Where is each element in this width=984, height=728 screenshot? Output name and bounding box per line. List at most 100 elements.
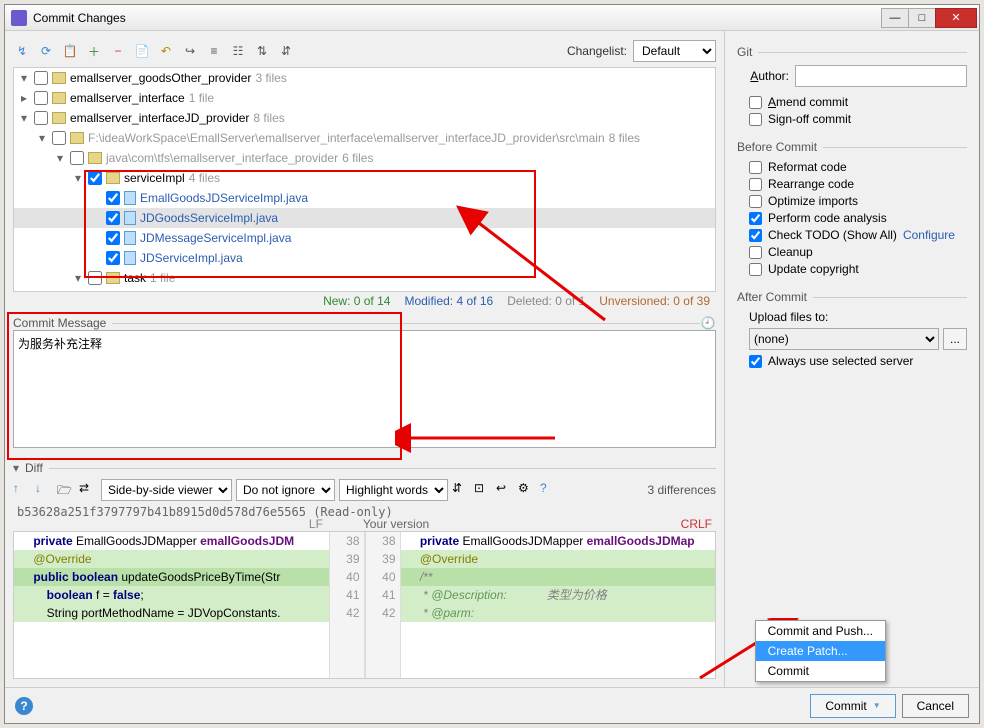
status-modified: Modified: 4 of 16 — [404, 294, 493, 308]
diff-viewer[interactable]: private EmallGoodsJDMapper emallGoodsJDM… — [13, 531, 716, 679]
minimize-button[interactable]: — — [881, 8, 909, 28]
tree-row[interactable]: ▾emallserver_interfaceJD_provider 8 file… — [14, 108, 715, 128]
add-icon[interactable]: ＋ — [85, 42, 103, 60]
changelist-select[interactable]: Default — [633, 40, 716, 62]
viewer-select[interactable]: Side-by-side viewer — [101, 479, 232, 501]
tree-row[interactable]: ▾emallserver_goodsOther_provider 3 files — [14, 68, 715, 88]
tree-label: emallserver_interface — [70, 91, 185, 105]
tree-meta: 1 file — [189, 91, 214, 105]
open-icon[interactable]: 🗁 — [57, 481, 75, 499]
folder-icon — [88, 152, 102, 164]
tree-checkbox[interactable] — [88, 271, 102, 285]
context-menu-item[interactable]: Create Patch... — [756, 641, 885, 661]
analysis-checkbox[interactable] — [749, 212, 762, 225]
maximize-button[interactable]: □ — [908, 8, 936, 28]
commit-button[interactable]: Commit▼ — [810, 694, 895, 718]
tree-checkbox[interactable] — [34, 111, 48, 125]
history-icon[interactable]: 🕘 — [700, 316, 716, 330]
whitespace-icon[interactable]: ⊡ — [474, 481, 492, 499]
commit-dropdown-icon[interactable]: ▼ — [873, 701, 881, 710]
tree-meta: 3 files — [255, 71, 286, 85]
reload-icon[interactable]: ⟳ — [37, 42, 55, 60]
tree-row[interactable]: JDGoodsServiceImpl.java — [14, 208, 715, 228]
compare-icon[interactable]: ⇄ — [79, 481, 97, 499]
tree-row[interactable]: EmallGoodsJDServiceImpl.java — [14, 188, 715, 208]
tree-label: emallserver_interfaceJD_provider — [70, 111, 249, 125]
diff-label: Diff — [25, 461, 43, 475]
highlight-select[interactable]: Highlight words — [339, 479, 448, 501]
tree-row[interactable]: ▾java\com\tfs\emallserver_interface_prov… — [14, 148, 715, 168]
rearrange-checkbox[interactable] — [749, 178, 762, 191]
tree-row[interactable]: ▾task 1 file — [14, 268, 715, 288]
expand-chevron[interactable]: ▾ — [54, 151, 66, 165]
copy-rev-icon[interactable]: 📄 — [133, 42, 151, 60]
tree-checkbox[interactable] — [106, 251, 120, 265]
expand-chevron[interactable]: ▸ — [18, 91, 30, 105]
expand-icon[interactable]: ⇅ — [253, 42, 271, 60]
paste-icon[interactable]: 📋 — [61, 42, 79, 60]
help-button[interactable]: ? — [15, 697, 33, 715]
changes-tree[interactable]: ▾emallserver_goodsOther_provider 3 files… — [13, 67, 716, 292]
after-commit-section: After Commit — [737, 290, 807, 304]
expand-chevron[interactable]: ▾ — [72, 171, 84, 185]
cancel-button[interactable]: Cancel — [902, 694, 969, 718]
author-input[interactable] — [795, 65, 967, 87]
ignore-select[interactable]: Do not ignore — [236, 479, 335, 501]
diff-toolbar: ↑ ↓ 🗁 ⇄ Side-by-side viewer Do not ignor… — [13, 479, 716, 501]
tree-checkbox[interactable] — [106, 211, 120, 225]
cleanup-checkbox[interactable] — [749, 246, 762, 259]
tree-checkbox[interactable] — [34, 71, 48, 85]
diff-toggle[interactable]: ▾ — [13, 461, 25, 475]
expand-chevron[interactable]: ▾ — [18, 71, 30, 85]
upload-browse-button[interactable]: ... — [943, 328, 967, 350]
close-button[interactable]: ✕ — [935, 8, 977, 28]
settings-icon[interactable]: ⚙ — [518, 481, 536, 499]
tree-row[interactable]: JDMessageServiceImpl.java — [14, 228, 715, 248]
tree-checkbox[interactable] — [106, 231, 120, 245]
optimize-checkbox[interactable] — [749, 195, 762, 208]
amend-label: Amend commit — [768, 95, 848, 109]
upload-select[interactable]: (none) — [749, 328, 939, 350]
commit-message-input[interactable] — [13, 330, 716, 448]
todo-checkbox[interactable] — [749, 229, 762, 242]
tree-checkbox[interactable] — [52, 131, 66, 145]
collapse-icon[interactable]: ⇵ — [277, 42, 295, 60]
tree-row[interactable]: ▾serviceImpl 4 files — [14, 168, 715, 188]
tree-row[interactable]: ▸ emallserver_interface 1 file — [14, 88, 715, 108]
context-menu-item[interactable]: Commit and Push... — [756, 621, 885, 641]
expand-chevron[interactable]: ▾ — [36, 131, 48, 145]
expand-chevron[interactable]: ▾ — [18, 111, 30, 125]
tree-checkbox[interactable] — [70, 151, 84, 165]
left-encoding: LF — [309, 517, 323, 531]
commit-context-menu[interactable]: Commit and Push...Create Patch...Commit — [755, 620, 886, 682]
refresh-icon[interactable]: ↯ — [13, 42, 31, 60]
sync-scroll-icon[interactable]: ⇵ — [452, 481, 470, 499]
new-changelist-icon[interactable]: ☷ — [229, 42, 247, 60]
configure-link[interactable]: Configure — [903, 228, 955, 242]
tree-row[interactable]: ▾F:\ideaWorkSpace\EmallServer\emallserve… — [14, 128, 715, 148]
context-menu-item[interactable]: Commit — [756, 661, 885, 681]
tree-row[interactable]: JDServiceImpl.java — [14, 248, 715, 268]
reformat-checkbox[interactable] — [749, 161, 762, 174]
next-diff-icon[interactable]: ↓ — [35, 481, 53, 499]
revert-icon[interactable]: ↶ — [157, 42, 175, 60]
always-server-checkbox[interactable] — [749, 355, 762, 368]
tree-checkbox[interactable] — [88, 171, 102, 185]
copyright-checkbox[interactable] — [749, 263, 762, 276]
diff-icon[interactable]: ≡ — [205, 42, 223, 60]
remove-icon[interactable]: − — [109, 42, 127, 60]
tree-checkbox[interactable] — [34, 91, 48, 105]
expand-chevron[interactable]: ▾ — [72, 271, 84, 285]
status-bar: New: 0 of 14 Modified: 4 of 16 Deleted: … — [13, 292, 716, 310]
prev-diff-icon[interactable]: ↑ — [13, 481, 31, 499]
git-section: Git — [737, 45, 752, 59]
right-encoding: CRLF — [681, 517, 712, 531]
java-file-icon — [124, 191, 136, 205]
move-icon[interactable]: ↪ — [181, 42, 199, 60]
signoff-checkbox[interactable] — [749, 113, 762, 126]
soft-wrap-icon[interactable]: ↩ — [496, 481, 514, 499]
amend-checkbox[interactable] — [749, 96, 762, 109]
tree-label: EmallGoodsJDServiceImpl.java — [140, 191, 308, 205]
help-icon[interactable]: ? — [540, 481, 558, 499]
tree-checkbox[interactable] — [106, 191, 120, 205]
